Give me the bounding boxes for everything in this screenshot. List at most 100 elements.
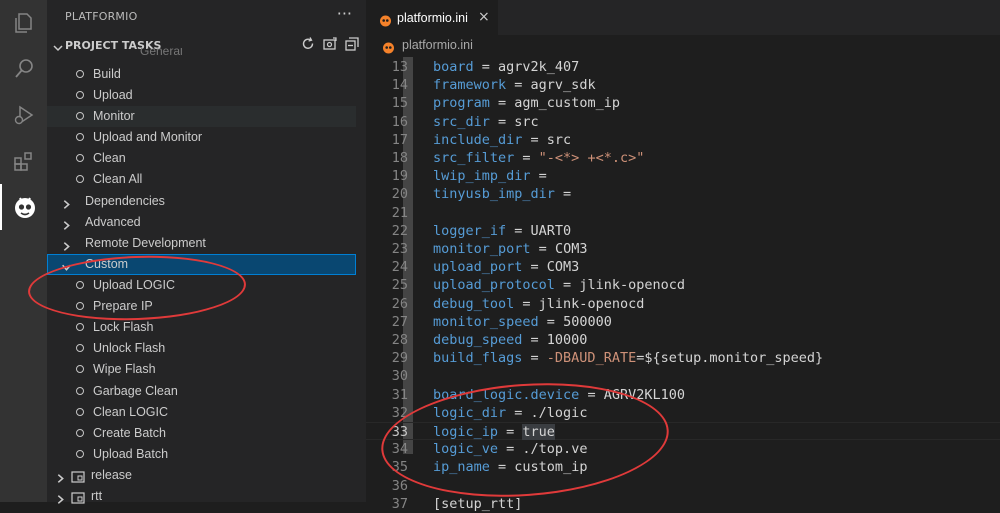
tree-item-label: rtt [91,489,103,503]
project-tasks-header[interactable]: PROJECT TASKS [47,34,366,56]
config-key: tinyusb_imp_dir [433,186,555,202]
code-line[interactable]: 23 monitor_port = COM3 [366,240,1000,258]
custom-task-lock-flash[interactable]: Lock Flash [47,317,356,338]
config-value: agrv_sdk [530,77,596,93]
code-text: build_flags = -DBAUD_RATE=${setup.monito… [433,349,823,367]
extensions-icon[interactable] [0,138,47,184]
string-value: "-<*> +<*.c>" [538,150,645,166]
assign-operator: = [522,332,547,348]
code-line[interactable]: 18 src_filter = "-<*> +<*.c>" [366,149,1000,167]
general-group-partial[interactable]: General [140,48,183,56]
env-rtt[interactable]: rtt [47,486,356,507]
task-circle-icon [76,429,84,437]
custom-task-prepare-ip[interactable]: Prepare IP [47,296,356,317]
line-number: 25 [391,277,408,293]
custom-task-garbage-clean[interactable]: Garbage Clean [47,381,356,402]
config-key: logger_if [433,223,507,239]
platformio-icon[interactable] [0,184,47,230]
line-number: 35 [391,459,408,475]
code-line[interactable]: 15 program = agm_custom_ip [366,94,1000,112]
group-custom[interactable]: Custom [47,254,356,275]
tree-item-label: Upload Batch [93,447,169,461]
group-advanced[interactable]: Advanced [47,212,356,233]
custom-task-create-batch[interactable]: Create Batch [47,423,356,444]
code-line[interactable]: 31 board_logic.device = AGRV2KL100 [366,386,1000,404]
assign-operator: = [514,150,539,166]
assign-operator: = [514,296,539,312]
code-line[interactable]: 14 framework = agrv_sdk [366,76,1000,94]
code-line[interactable]: 22 logger_if = UART0 [366,222,1000,240]
code-line[interactable]: 19 lwip_imp_dir = [366,167,1000,185]
line-number: 30 [391,368,408,384]
code-line[interactable]: 35 ip_name = custom_ip [366,458,1000,476]
task-build[interactable]: Build [47,64,356,85]
line-number: 37 [391,496,408,512]
assign-operator: = [506,405,531,421]
run-debug-icon[interactable] [0,92,47,138]
open-terminal-icon[interactable] [322,36,338,52]
custom-task-clean-logic[interactable]: Clean LOGIC [47,402,356,423]
code-line[interactable]: 25 upload_protocol = jlink-openocd [366,276,1000,294]
collapse-all-icon[interactable] [344,36,360,52]
config-value: AGRV2KL100 [603,387,685,403]
config-value: agm_custom_ip [514,95,620,111]
task-clean[interactable]: Clean [47,148,356,169]
tab-platformio-ini[interactable]: platformio.ini × [366,0,498,36]
code-line[interactable]: 20 tinyusb_imp_dir = [366,185,1000,203]
code-line[interactable]: 29 build_flags = -DBAUD_RATE=${setup.moni… [366,349,1000,367]
code-text: logger_if = UART0 [433,222,571,240]
group-dependencies[interactable]: Dependencies [47,191,356,212]
config-key: logic_dir [433,405,507,421]
group-remote-development[interactable]: Remote Development [47,233,356,254]
env-release[interactable]: release [47,465,356,486]
code-line[interactable]: 36 [366,477,1000,495]
config-key: include_dir [433,132,523,148]
task-clean-all[interactable]: Clean All [47,169,356,190]
task-monitor[interactable]: Monitor [47,106,356,127]
assign-operator: = [530,168,547,184]
tree-item-label: Wipe Flash [93,362,156,376]
code-line[interactable]: 30 [366,367,1000,385]
task-circle-icon [76,91,84,99]
task-upload-and-monitor[interactable]: Upload and Monitor [47,127,356,148]
refresh-icon[interactable] [300,36,316,52]
code-line[interactable]: 24 upload_port = COM3 [366,258,1000,276]
custom-task-unlock-flash[interactable]: Unlock Flash [47,338,356,359]
code-line[interactable]: 17 include_dir = src [366,131,1000,149]
custom-task-wipe-flash[interactable]: Wipe Flash [47,359,356,380]
line-number: 21 [391,205,408,221]
code-line[interactable]: 16 src_dir = src [366,113,1000,131]
assign-operator: = [579,387,604,403]
code-line[interactable]: 21 [366,204,1000,222]
search-icon[interactable] [0,46,47,92]
task-upload[interactable]: Upload [47,85,356,106]
config-value: [setup_rtt] [433,496,523,512]
config-key: monitor_speed [433,314,539,330]
config-value: custom_ip [514,459,588,475]
task-circle-icon [76,281,84,289]
code-line[interactable]: 33 logic_ip = true [366,422,1000,441]
code-line[interactable]: 28 debug_speed = 10000 [366,331,1000,349]
code-line[interactable]: 37 [setup_rtt] [366,495,1000,513]
explorer-icon[interactable] [0,0,47,46]
more-actions-icon[interactable]: ··· [337,4,352,23]
custom-task-upload-logic[interactable]: Upload LOGIC [47,275,356,296]
task-circle-icon [76,387,84,395]
code-line[interactable]: 13 board = agrv2k_407 [366,58,1000,76]
breadcrumb-file[interactable]: platformio.ini [402,38,473,52]
tree-item-label: Clean LOGIC [93,405,169,419]
close-icon[interactable]: × [478,9,490,25]
custom-task-upload-batch[interactable]: Upload Batch [47,444,356,465]
config-value: agrv2k_407 [498,59,580,75]
assign-operator: = [489,459,515,475]
line-number: 23 [391,241,408,257]
line-number: 19 [391,168,408,184]
assign-operator: = [489,95,515,111]
code-line[interactable]: 34 logic_ve = ./top.ve [366,440,1000,458]
code-line[interactable]: 32 logic_dir = ./logic [366,404,1000,422]
code-line[interactable]: 27 monitor_speed = 500000 [366,313,1000,331]
code-text: logic_ve = ./top.ve [433,440,587,458]
code-line[interactable]: 26 debug_tool = jlink-openocd [366,295,1000,313]
assign-operator: = [554,277,580,293]
config-value: jlink-openocd [579,277,685,293]
